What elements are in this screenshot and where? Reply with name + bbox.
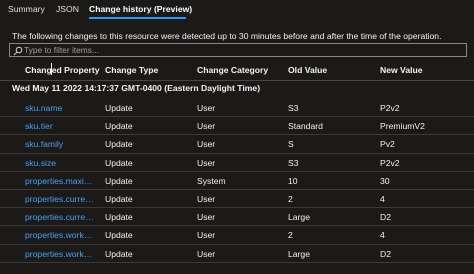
filter-input[interactable] — [24, 44, 454, 56]
search-icon — [13, 46, 23, 56]
new-value-cell: 4 — [380, 193, 385, 204]
tab-bar: Summary JSON Change history (Preview) — [0, 0, 474, 20]
change-category-cell: User — [197, 121, 216, 132]
changed-property-link[interactable]: properties.workerSiz... — [25, 230, 97, 240]
change-category-cell: User — [197, 212, 216, 223]
change-type-cell: Update — [105, 121, 133, 132]
table-row[interactable]: properties.workerSize Update User Large … — [0, 245, 474, 263]
table-row[interactable]: sku.family Update User S Pv2 — [0, 135, 474, 154]
tab-summary[interactable]: Summary — [8, 4, 45, 14]
new-value-cell: D2 — [380, 212, 391, 223]
change-category-cell: User — [197, 230, 216, 241]
change-type-cell: Update — [105, 230, 133, 241]
table-row[interactable]: properties.currentW... Update User 2 4 — [0, 190, 474, 209]
changed-property-link[interactable]: properties.currentW... — [25, 212, 97, 222]
change-type-cell: Update — [105, 103, 133, 113]
old-value-cell: S3 — [288, 103, 299, 113]
table-body: sku.name Update User S3 P2v2 sku.tier Up… — [0, 99, 474, 263]
column-header-changed-property[interactable]: Changed Property — [25, 65, 100, 75]
info-text: The following changes to this resource w… — [12, 31, 442, 41]
old-value-cell: Large — [288, 212, 310, 223]
tab-json[interactable]: JSON — [56, 4, 79, 14]
table-row[interactable]: sku.name Update User S3 P2v2 — [0, 99, 474, 118]
column-header-old-value[interactable]: Old Value — [288, 65, 327, 75]
old-value-cell: 2 — [288, 193, 293, 204]
column-header-change-category[interactable]: Change Category — [197, 65, 268, 75]
column-header-new-value[interactable]: New Value — [380, 65, 423, 75]
new-value-cell: Pv2 — [380, 139, 395, 150]
new-value-cell: 30 — [380, 175, 390, 186]
changed-property-link[interactable]: properties.currentW... — [25, 194, 97, 204]
active-tab-indicator — [89, 17, 186, 19]
change-type-cell: Update — [105, 139, 133, 150]
changed-property-link[interactable]: properties.workerSize — [25, 249, 97, 259]
change-category-cell: User — [197, 248, 216, 259]
changed-property-link[interactable]: sku.family — [25, 139, 97, 149]
table-row[interactable]: sku.tier Update User Standard PremiumV2 — [0, 117, 474, 136]
new-value-cell: PremiumV2 — [380, 121, 425, 132]
group-header: Wed May 11 2022 14:17:37 GMT-0400 (Easte… — [12, 83, 261, 93]
change-category-cell: User — [197, 157, 216, 168]
old-value-cell: S — [288, 139, 294, 150]
column-header-change-type[interactable]: Change Type — [105, 65, 158, 75]
change-type-cell: Update — [105, 193, 133, 204]
table-row[interactable]: properties.workerSiz... Update User 2 4 — [0, 226, 474, 245]
old-value-cell: 2 — [288, 230, 293, 241]
new-value-cell: P2v2 — [380, 103, 400, 113]
change-type-cell: Update — [105, 175, 133, 186]
changed-property-link[interactable]: sku.name — [25, 103, 97, 113]
table-row[interactable]: properties.maximum... Update System 10 3… — [0, 172, 474, 190]
old-value-cell: Standard — [288, 121, 323, 132]
changed-property-link[interactable]: properties.maximum... — [25, 176, 97, 186]
change-category-cell: User — [197, 139, 216, 150]
change-category-cell: System — [197, 175, 226, 186]
changed-property-link[interactable]: sku.size — [25, 158, 97, 168]
change-type-cell: Update — [105, 212, 133, 223]
new-value-cell: D2 — [380, 248, 391, 259]
old-value-cell: 10 — [288, 175, 298, 186]
tab-change-history[interactable]: Change history (Preview) — [89, 4, 192, 14]
new-value-cell: P2v2 — [380, 157, 400, 168]
old-value-cell: S3 — [288, 157, 299, 168]
table-header: Changed Property Change Type Change Cate… — [0, 60, 474, 81]
table-row[interactable]: properties.currentW... Update User Large… — [0, 208, 474, 227]
change-type-cell: Update — [105, 157, 133, 168]
change-category-cell: User — [197, 103, 216, 113]
filter-box[interactable] — [9, 43, 467, 57]
table-row[interactable]: sku.size Update User S3 P2v2 — [0, 154, 474, 172]
change-category-cell: User — [197, 193, 216, 204]
old-value-cell: Large — [288, 248, 310, 259]
change-type-cell: Update — [105, 248, 133, 259]
new-value-cell: 4 — [380, 230, 385, 241]
changed-property-link[interactable]: sku.tier — [25, 121, 97, 131]
